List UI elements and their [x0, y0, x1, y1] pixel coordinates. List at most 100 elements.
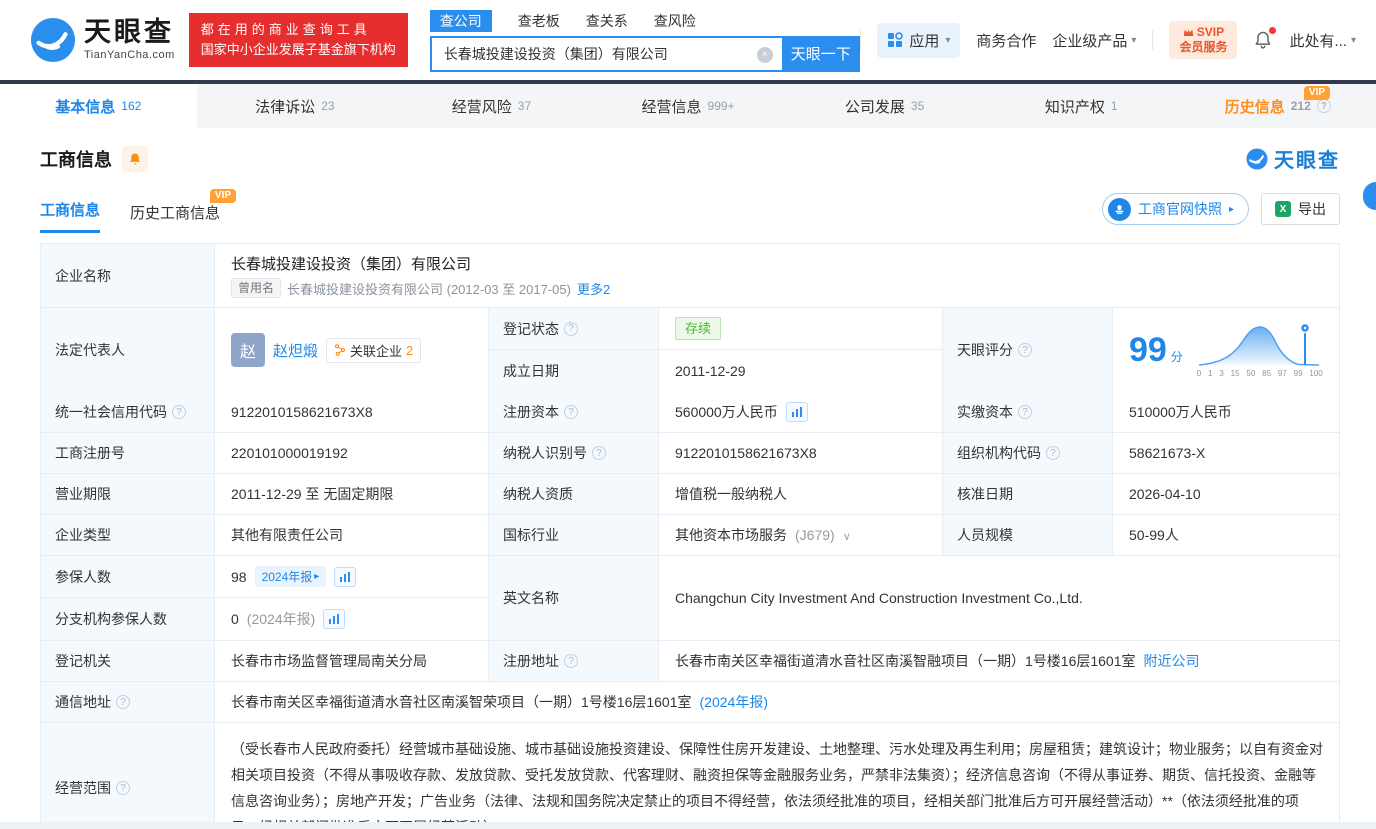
- divider: [1152, 30, 1154, 50]
- tab-label: 公司发展: [844, 98, 905, 116]
- slogan-line2: 国家中小企业发展子基金旗下机构: [200, 42, 396, 57]
- tab-basic-info[interactable]: 基本信息 162: [0, 84, 197, 128]
- reg-capital-label: 注册资本: [489, 392, 659, 432]
- related-companies-badge[interactable]: 关联企业 2: [326, 337, 422, 363]
- question-icon[interactable]: [564, 321, 578, 336]
- search-tab-relation[interactable]: 查关系: [586, 11, 628, 31]
- annual-report-badge[interactable]: 2024年报 ▸: [254, 566, 327, 587]
- tab-intellectual-property[interactable]: 知识产权 1: [983, 84, 1180, 128]
- subscribe-bell-button[interactable]: [122, 145, 148, 172]
- site-logo[interactable]: 天眼查 TianYanCha.com: [30, 17, 175, 63]
- company-detail-tabs: 基本信息 162 法律诉讼 23 经营风险 37 经营信息 999+ 公司发展 …: [0, 84, 1376, 128]
- business-scope-label: 经营范围: [41, 723, 215, 829]
- search-tab-risk[interactable]: 查风险: [654, 11, 696, 31]
- business-term-value: 2011-12-29 至 无固定期限: [215, 474, 489, 514]
- question-icon[interactable]: [1018, 405, 1032, 419]
- section-actions: 工商官网快照 ▸ X 导出: [1101, 193, 1340, 233]
- chevron-down-icon: ▾: [945, 34, 951, 46]
- question-icon[interactable]: [116, 781, 130, 795]
- official-snapshot-button[interactable]: 工商官网快照 ▸: [1101, 193, 1249, 225]
- tab-company-development[interactable]: 公司发展 35: [786, 84, 983, 128]
- search-input[interactable]: [443, 45, 750, 62]
- company-name-cell: 长春城投建设投资（集团）有限公司 曾用名 长春城投建设投资有限公司 (2012-…: [215, 244, 1339, 307]
- tab-count: 37: [517, 99, 532, 113]
- question-icon[interactable]: [172, 405, 186, 419]
- score-curve-chart: 0 1 3 15 50 85 97 99 100: [1197, 322, 1323, 378]
- nav-enterprise[interactable]: 企业级产品 ▾: [1052, 30, 1136, 51]
- notification-button[interactable]: [1253, 27, 1277, 50]
- annual-report-label: 2024年报: [261, 570, 313, 584]
- axis-tick: 85: [1262, 369, 1272, 378]
- trend-chart-icon[interactable]: [785, 402, 808, 422]
- tab-operation-info[interactable]: 经营信息 999+: [590, 84, 787, 128]
- question-icon[interactable]: [116, 695, 130, 709]
- search-tab-boss[interactable]: 查老板: [518, 11, 560, 31]
- logo-title: 天眼查: [84, 17, 174, 47]
- question-icon[interactable]: [1018, 343, 1032, 357]
- approval-date-value: 2026-04-10: [1113, 474, 1339, 514]
- axis-tick: 100: [1309, 369, 1323, 378]
- trend-chart-icon[interactable]: [323, 609, 346, 629]
- legal-rep-cell: 赵 赵炟煅 关联企业 2: [215, 308, 489, 392]
- reg-address-cell: 长春市南关区幸福街道清水音社区南溪智融项目（一期）1号楼16层1601室 附近公…: [659, 641, 1339, 681]
- staff-size-label: 人员规模: [943, 515, 1113, 555]
- former-name-badge: 曾用名: [231, 278, 282, 298]
- logo-text: 天眼查 TianYanCha.com: [84, 19, 175, 61]
- question-icon[interactable]: [1316, 99, 1331, 113]
- watermark-text: 天眼查: [1274, 150, 1340, 172]
- page-bottom-strip: [0, 822, 1376, 829]
- score-cell[interactable]: 99 分 0 1 3 15 50 85 97 99 100: [1113, 308, 1339, 392]
- section-head: 工商信息 天眼查: [40, 144, 1340, 173]
- user-menu[interactable]: 此处有... ▾: [1289, 30, 1356, 51]
- tab-label: 经营信息: [641, 98, 702, 116]
- table-row: 登记机关 长春市市场监督管理局南关分局 注册地址 长春市南关区幸福街道清水音社区…: [41, 641, 1339, 682]
- question-icon[interactable]: [564, 654, 578, 668]
- search-button[interactable]: 天眼一下: [781, 35, 860, 72]
- tab-label: 经营风险: [451, 98, 512, 116]
- clear-icon[interactable]: ×: [756, 46, 773, 63]
- tab-count: 212: [1290, 99, 1311, 113]
- svip-label-bottom: 会员服务: [1179, 40, 1228, 54]
- subtab-business-info[interactable]: 工商信息: [40, 199, 101, 233]
- search-tab-company[interactable]: 查公司: [429, 9, 492, 32]
- axis-tick: 0: [1196, 369, 1202, 378]
- question-icon[interactable]: [564, 405, 578, 419]
- status-badge: 存续: [675, 317, 722, 340]
- tab-legal[interactable]: 法律诉讼 23: [197, 84, 394, 128]
- legal-rep-avatar[interactable]: 赵: [231, 333, 265, 367]
- tab-count: 35: [910, 99, 925, 113]
- apps-menu[interactable]: 应用 ▾: [877, 22, 961, 58]
- nearby-companies-link[interactable]: 附近公司: [1144, 651, 1200, 671]
- question-icon[interactable]: [1046, 446, 1060, 460]
- notification-dot: [1269, 27, 1277, 34]
- business-scope-label-text: 经营范围: [55, 780, 111, 796]
- trend-chart-icon[interactable]: [334, 566, 357, 587]
- tianyancha-page: 天眼查 TianYanCha.com 都在用的商业查询工具 国家中小企业发展子基…: [0, 0, 1376, 829]
- reg-number-label: 工商注册号: [41, 433, 215, 473]
- svip-member-button[interactable]: SVIP 会员服务: [1169, 21, 1238, 59]
- subtab-history-business-info[interactable]: VIP 历史工商信息: [130, 189, 237, 233]
- nav-cooperation[interactable]: 商务合作: [976, 30, 1036, 51]
- mail-address-label: 通信地址: [41, 682, 215, 722]
- status-subgrid: 登记状态 存续 成立日期 2011-12-29: [489, 308, 943, 392]
- tab-label: 基本信息: [55, 98, 116, 116]
- former-name-line: 曾用名 长春城投建设投资有限公司 (2012-03 至 2017-05) 更多2: [231, 278, 610, 298]
- tab-label: 历史信息: [1224, 98, 1285, 116]
- score-value: 99: [1129, 331, 1167, 369]
- chevron-down-icon[interactable]: [843, 527, 851, 543]
- industry-value: 其他资本市场服务: [675, 527, 787, 543]
- export-button[interactable]: X 导出: [1261, 193, 1340, 225]
- tab-operation-risk[interactable]: 经营风险 37: [393, 84, 590, 128]
- axis-tick: 1: [1208, 369, 1213, 378]
- vip-badge: VIP: [209, 189, 237, 203]
- insured-label: 参保人数: [41, 556, 215, 598]
- industry-code: (J679): [795, 527, 835, 543]
- mail-address-report-link[interactable]: (2024年报): [700, 692, 768, 712]
- score-unit: 分: [1170, 350, 1183, 364]
- legal-rep-name-link[interactable]: 赵炟煅: [273, 340, 318, 361]
- former-name-more-link[interactable]: 更多2: [577, 279, 610, 298]
- reg-capital-cell: 560000万人民币: [659, 392, 943, 432]
- reg-number-value: 220101000019192: [215, 433, 489, 473]
- tab-history-info[interactable]: VIP 历史信息 212: [1179, 84, 1376, 128]
- question-icon[interactable]: [592, 446, 606, 460]
